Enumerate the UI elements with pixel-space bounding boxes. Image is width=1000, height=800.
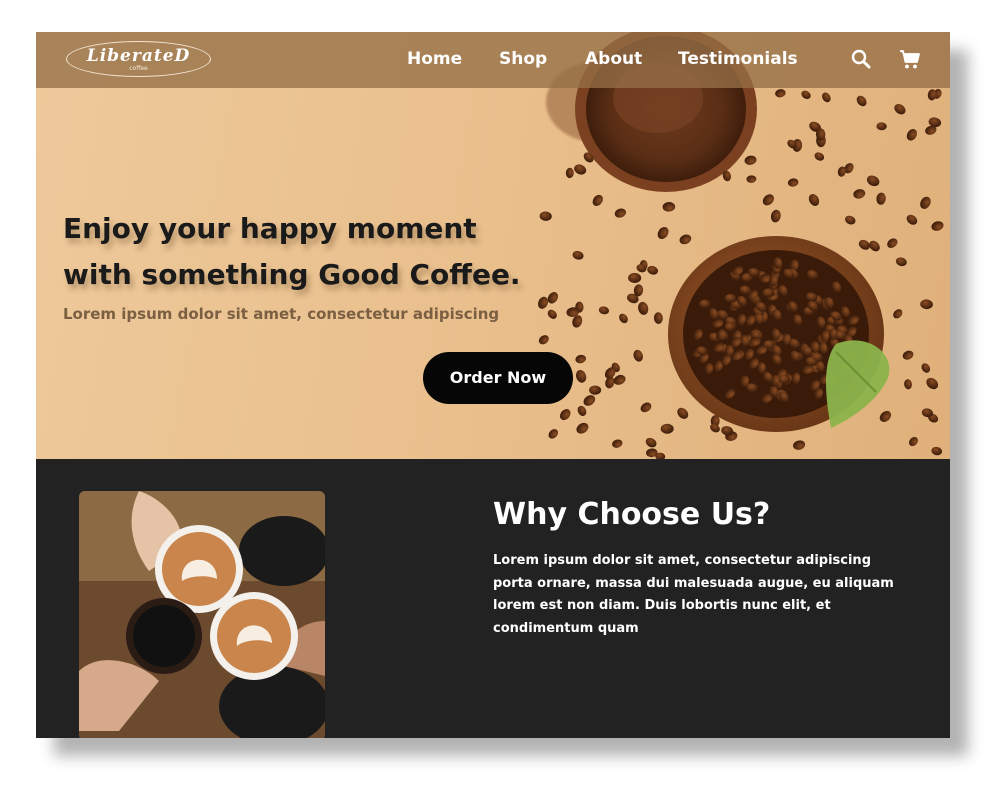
logo-subtext: coffee: [129, 65, 148, 72]
order-now-button[interactable]: Order Now: [423, 352, 573, 404]
hero-headline: Enjoy your happy moment with something G…: [63, 206, 583, 298]
search-icon[interactable]: [849, 47, 873, 71]
hero-subheadline: Lorem ipsum dolor sit amet, consectetur …: [63, 305, 500, 323]
nav-link-about[interactable]: About: [585, 48, 642, 70]
hero-section: LiberateD coffee Home Shop About Testimo…: [36, 32, 950, 459]
page-frame: LiberateD coffee Home Shop About Testimo…: [36, 32, 950, 738]
why-choose-us-section: Why Choose Us? Lorem ipsum dolor sit ame…: [36, 459, 950, 738]
logo-text: LiberateD: [86, 46, 191, 66]
hero-headline-line1: Enjoy your happy moment: [63, 212, 477, 245]
navbar: LiberateD coffee Home Shop About Testimo…: [36, 32, 950, 88]
brand-logo[interactable]: LiberateD coffee: [66, 41, 211, 77]
why-choose-us-title: Why Choose Us?: [493, 497, 771, 532]
nav-link-testimonials[interactable]: Testimonials: [678, 48, 798, 70]
hero-headline-line2: with something Good Coffee.: [63, 258, 521, 291]
nav-link-shop[interactable]: Shop: [499, 48, 547, 70]
nav-link-home[interactable]: Home: [407, 48, 462, 70]
coffee-cups-photo: [79, 491, 325, 738]
why-choose-us-body: Lorem ipsum dolor sit amet, consectetur …: [493, 553, 894, 636]
cart-icon[interactable]: [898, 47, 922, 71]
